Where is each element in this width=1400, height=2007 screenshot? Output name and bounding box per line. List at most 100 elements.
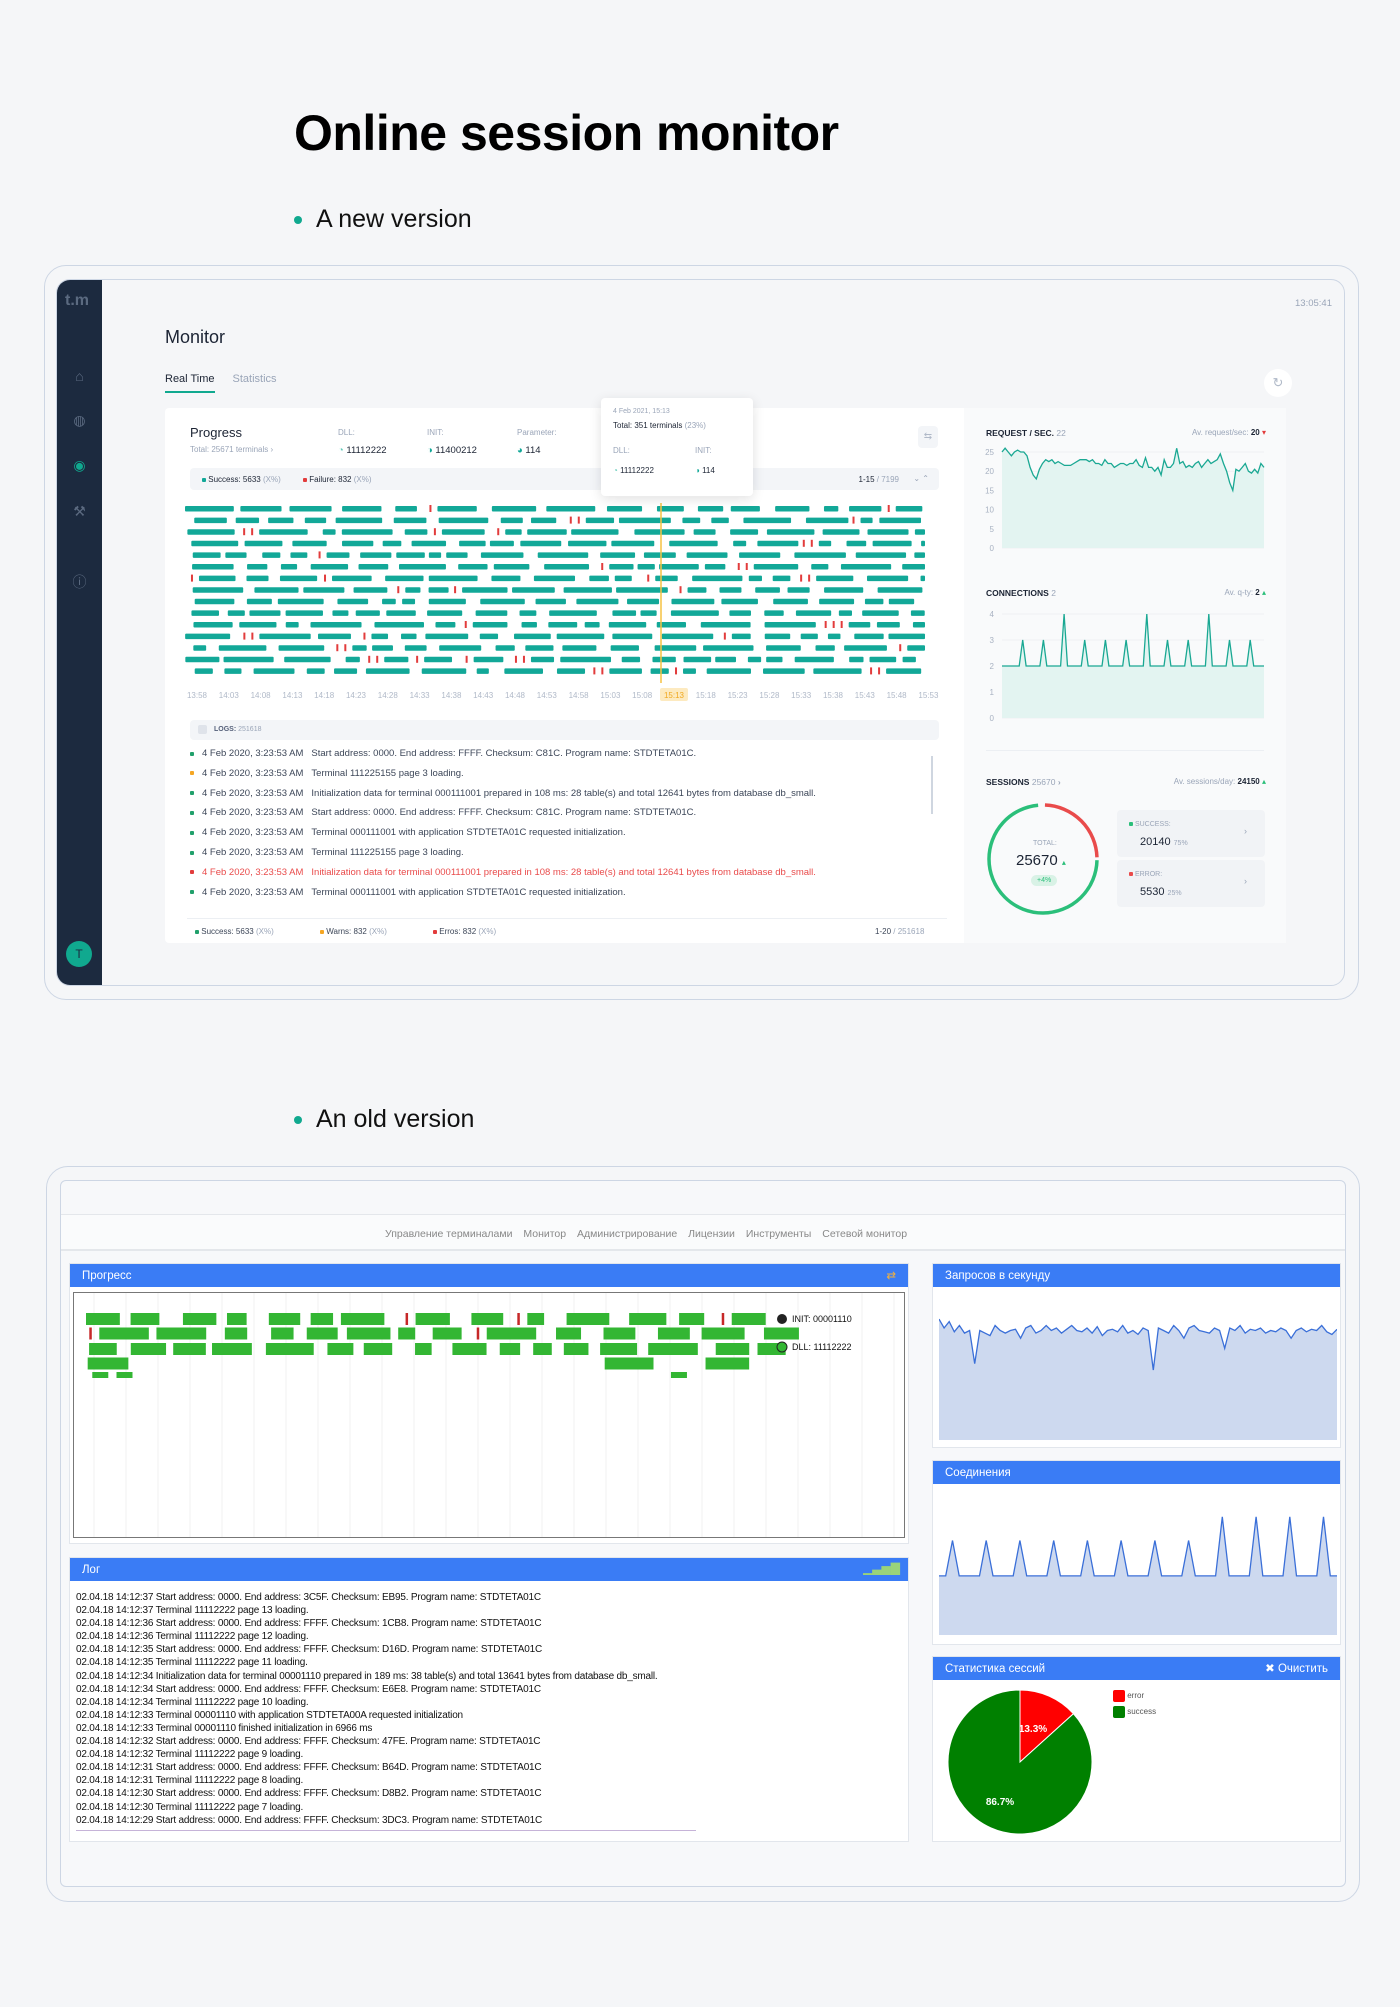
collapse-toggle[interactable]: ⌄ ⌃ [913,474,929,483]
success-percent: 75% [1173,840,1188,847]
y-tick-label: 4 [990,610,995,619]
session-bar [589,575,609,582]
old-monitor-screen: Управление терминалами Монитор Администр… [60,1180,1346,1887]
log-row[interactable]: 4 Feb 2020, 3:23:53 AM Start address: 000… [190,807,696,818]
session-bar [819,598,855,605]
old-nav-item[interactable]: Сетевой монитор [822,1228,907,1240]
sessions-success-card[interactable]: SUCCESS: 20140 75% › [1117,810,1265,857]
refresh-button[interactable]: ↻ [1264,369,1292,397]
sessions-total: 25670 ▴ [1016,852,1066,869]
log-message: Terminal 000111001 with application STDT… [311,886,626,898]
bar-chart-icon[interactable]: ▁▃▅▇ [863,1556,900,1581]
session-bar [711,517,729,524]
session-bar [226,1313,247,1325]
old-nav-item[interactable]: Администрирование [577,1228,677,1240]
session-bar [686,552,728,558]
stats-column: REQUEST / SEC. 22 Av. request/sec: 20 ▾ … [964,408,1286,943]
session-bar [747,656,762,663]
wrench-icon[interactable]: ⚒ [72,504,87,519]
failure-mark [429,505,432,512]
sessions-title[interactable]: SESSIONS 25670 › [986,777,1061,787]
home-icon[interactable]: ⌂ [72,369,87,384]
session-bar [259,529,308,535]
session-bar [244,540,283,547]
session-bar [616,587,668,593]
pagination: 1-15 / 7199 [859,475,900,484]
tab-statistics[interactable]: Statistics [233,373,277,393]
log-row[interactable]: 4 Feb 2020, 3:23:53 AM Terminal 111225155… [190,847,464,858]
old-nav-item[interactable]: Управление терминалами [385,1228,512,1240]
old-log-header: Лог ▁▃▅▇ [70,1558,908,1581]
log-row[interactable]: 4 Feb 2020, 3:23:53 AM Terminal 111225155… [190,768,464,779]
session-bar [332,610,349,616]
failure-mark [522,655,525,663]
clear-button[interactable]: ✖ Очистить [1265,1657,1328,1682]
tooltip-total: Total: 351 terminals (23%) [613,421,706,430]
log-row[interactable]: 4 Feb 2020, 3:23:53 AM Initialization dat… [190,788,816,799]
old-log-row: 02.04.18 14:12:33 Terminal 00001110 fini… [76,1722,373,1734]
tabs: Real Time Statistics [165,373,277,393]
log-message: Terminal 111225155 page 3 loading. [311,767,464,779]
session-bar [480,552,524,558]
progress-total-link[interactable]: Total: 25671 terminals › [190,445,273,454]
divider [187,918,947,919]
failure-mark [476,1327,480,1340]
avatar[interactable]: T [66,941,92,967]
session-bar [864,598,884,605]
session-bar [682,517,701,524]
old-nav-item[interactable]: Монитор [523,1228,566,1240]
area-fill [939,1319,1337,1440]
session-bar [365,668,410,674]
progress-timeline[interactable]: 13:58 14:03 14:08 14:13 14:18 14:23 14:28 14:33… [185,503,945,703]
log-row[interactable]: 4 Feb 2020, 3:23:53 AM Terminal 000111001… [190,827,626,838]
failure-mark [243,528,246,536]
session-bar [462,587,508,593]
sessions-count: 25670 [1031,777,1056,787]
old-nav-items: Управление терминалами Монитор Администр… [381,1228,911,1240]
failure-mark [679,586,682,594]
logs-scrollbar[interactable] [931,756,933,814]
log-message: Initialization data for terminal 0001110… [311,787,816,799]
session-bar [921,540,925,547]
log-time: 4 Feb 2020, 3:23:53 AM [202,866,304,878]
log-row[interactable]: 4 Feb 2020, 3:23:53 AM Terminal 000111001… [190,887,626,898]
session-bar [415,1343,432,1355]
tab-real-time[interactable]: Real Time [165,373,215,393]
session-bar [860,517,873,524]
session-bar [643,552,676,558]
session-bar [247,564,268,570]
session-bar [611,540,655,547]
requests-avg: 20 [1250,428,1260,437]
info-icon[interactable]: ⓘ [72,575,87,590]
old-log-scrollbar[interactable] [76,1830,696,1831]
globe-icon[interactable]: ◍ [72,413,87,428]
session-bar [679,1313,705,1325]
swap-icon[interactable]: ⇄ [886,1264,896,1289]
session-bar [823,506,839,512]
time-tick-label: 14:03 [219,691,240,700]
session-bar [194,668,213,674]
session-bar [610,645,639,651]
old-nav-item[interactable]: Лицензии [688,1228,735,1240]
monitor-icon[interactable]: ◉ [72,458,87,473]
log-row[interactable]: 4 Feb 2020, 3:23:53 AM Start address: 000… [190,748,696,759]
parameter-value: ◕ 114 [517,445,541,456]
log-row[interactable]: 4 Feb 2020, 3:23:53 AM Initialization dat… [190,867,816,878]
session-bar [495,645,515,651]
new-version-text: A new version [316,205,472,233]
session-bar [766,645,801,651]
logs-toggle[interactable] [198,725,207,734]
swap-button[interactable]: ⇆ [918,426,938,448]
pie-label-error: 13.3% [1019,1724,1047,1735]
logs-footer-pagination: 1-20 / 251618 [875,927,924,936]
session-bar [235,517,260,524]
requests-title-text: REQUEST / SEC. [986,428,1055,438]
footer-pct: (X%) [369,927,387,936]
session-bar [512,587,555,593]
session-bar [914,552,925,558]
dll-label: DLL: [338,428,355,437]
sessions-error-card[interactable]: ERROR: 5530 25% › [1117,860,1265,907]
session-bar [268,1313,301,1325]
failure-mark [832,621,835,628]
old-nav-item[interactable]: Инструменты [746,1228,811,1240]
